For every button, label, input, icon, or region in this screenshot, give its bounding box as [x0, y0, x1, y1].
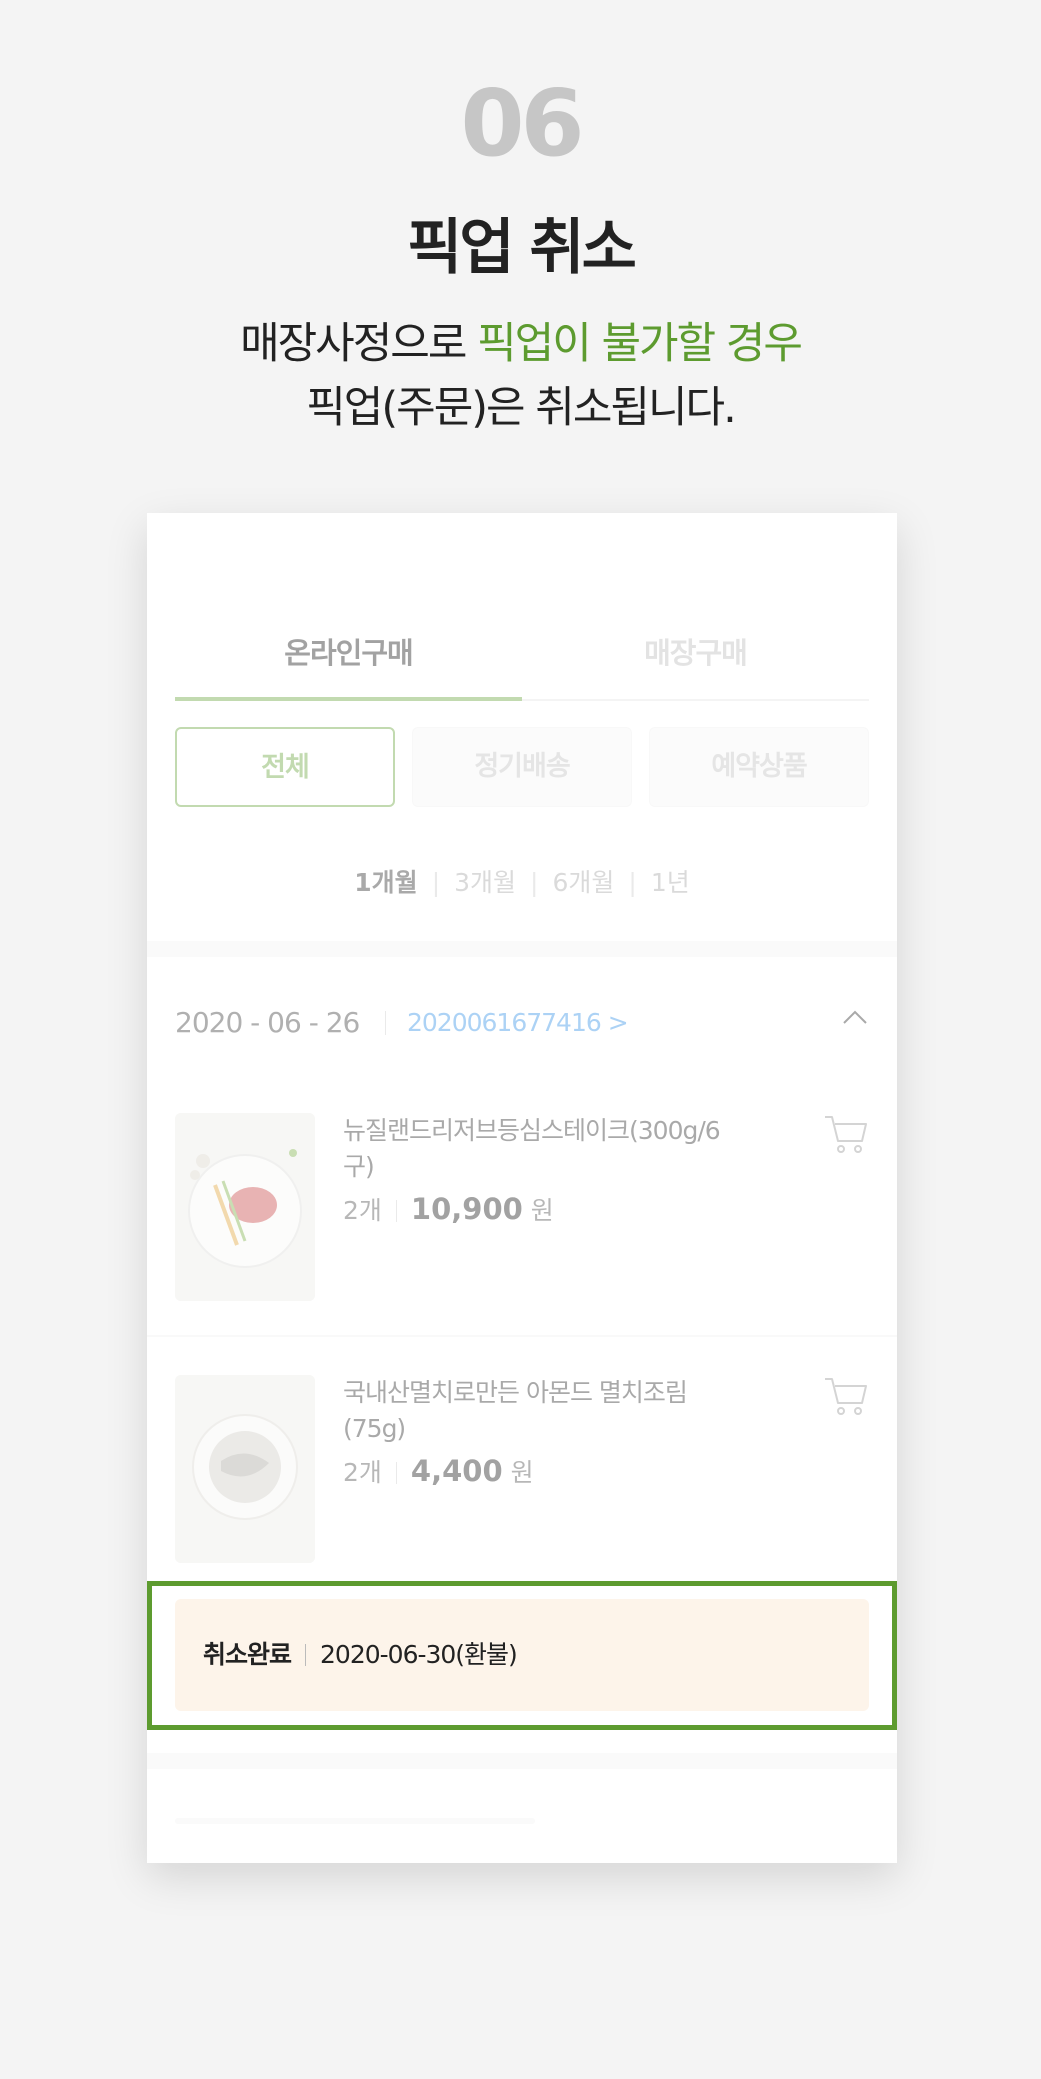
section-divider [147, 941, 897, 957]
period-1-year[interactable]: 1년 [637, 863, 704, 903]
period-separator: | [431, 868, 441, 897]
period-filter: 1개월 | 3개월 | 6개월 | 1년 [147, 863, 897, 903]
order-date: 2020 - 06 - 26 [175, 1006, 360, 1039]
filter-chips: 전체 정기배송 예약상품 [175, 727, 869, 807]
meta-separator [395, 1462, 397, 1484]
order-number-link[interactable]: 2020061677416 > [407, 993, 629, 1053]
filter-reserved-button[interactable]: 예약상품 [649, 727, 869, 807]
product-meta: 2개 4,400 원 [343, 1451, 534, 1493]
chevron-right-icon: > [607, 1008, 629, 1037]
cart-icon[interactable] [823, 1375, 869, 1417]
order-number: 2020061677416 [407, 1008, 602, 1037]
step-number: 06 [460, 70, 584, 177]
section-divider [147, 1753, 897, 1769]
order-item: 국내산멸치로만든 아몬드 멸치조림(75g) 2개 4,400 원 [175, 1375, 869, 1565]
description: 매장사정으로 픽업이 불가할 경우 픽업(주문)은 취소됩니다. [0, 312, 1041, 440]
product-quantity: 2개 [343, 1458, 382, 1487]
next-order-placeholder [175, 1818, 535, 1824]
product-name[interactable]: 뉴질랜드리저브등심스테이크(300g/6구) [343, 1113, 723, 1185]
period-1-month[interactable]: 1개월 [340, 863, 431, 903]
product-image[interactable] [175, 1375, 315, 1563]
product-image[interactable] [175, 1113, 315, 1301]
tab-online-purchase[interactable]: 온라인구매 [175, 613, 522, 701]
order-header: 2020 - 06 - 26 2020061677416 > [175, 993, 869, 1053]
period-separator: | [628, 868, 637, 897]
chevron-up-icon[interactable] [841, 993, 869, 1053]
product-quantity: 2개 [343, 1196, 382, 1225]
product-price: 10,900 [410, 1192, 523, 1226]
product-name[interactable]: 국내산멸치로만든 아몬드 멸치조림(75g) [343, 1375, 723, 1447]
period-separator: | [530, 868, 539, 897]
filter-all-button[interactable]: 전체 [175, 727, 395, 807]
period-3-months[interactable]: 3개월 [440, 863, 530, 903]
order-header-separator [385, 1011, 386, 1035]
filter-subscription-button[interactable]: 정기배송 [412, 727, 632, 807]
product-meta: 2개 10,900 원 [343, 1189, 554, 1231]
description-line-1: 매장사정으로 픽업이 불가할 경우 [0, 312, 1041, 376]
price-currency: 원 [530, 1196, 554, 1225]
tab-store-purchase[interactable]: 매장구매 [522, 613, 869, 701]
price-currency: 원 [510, 1458, 534, 1487]
order-item: 뉴질랜드리저브등심스테이크(300g/6구) 2개 10,900 원 [175, 1113, 869, 1303]
cart-icon[interactable] [823, 1113, 869, 1155]
item-divider [147, 1335, 897, 1337]
meta-separator [395, 1200, 397, 1222]
page-title: 픽업 취소 [407, 213, 637, 283]
period-6-months[interactable]: 6개월 [538, 863, 628, 903]
product-price: 4,400 [410, 1454, 503, 1488]
purchase-tabs: 온라인구매 매장구매 [175, 613, 869, 701]
description-text: 매장사정으로 [240, 319, 478, 369]
highlight-frame [147, 1581, 897, 1730]
description-line-2: 픽업(주문)은 취소됩니다. [306, 383, 737, 433]
description-highlight: 픽업이 불가할 경우 [477, 319, 803, 369]
